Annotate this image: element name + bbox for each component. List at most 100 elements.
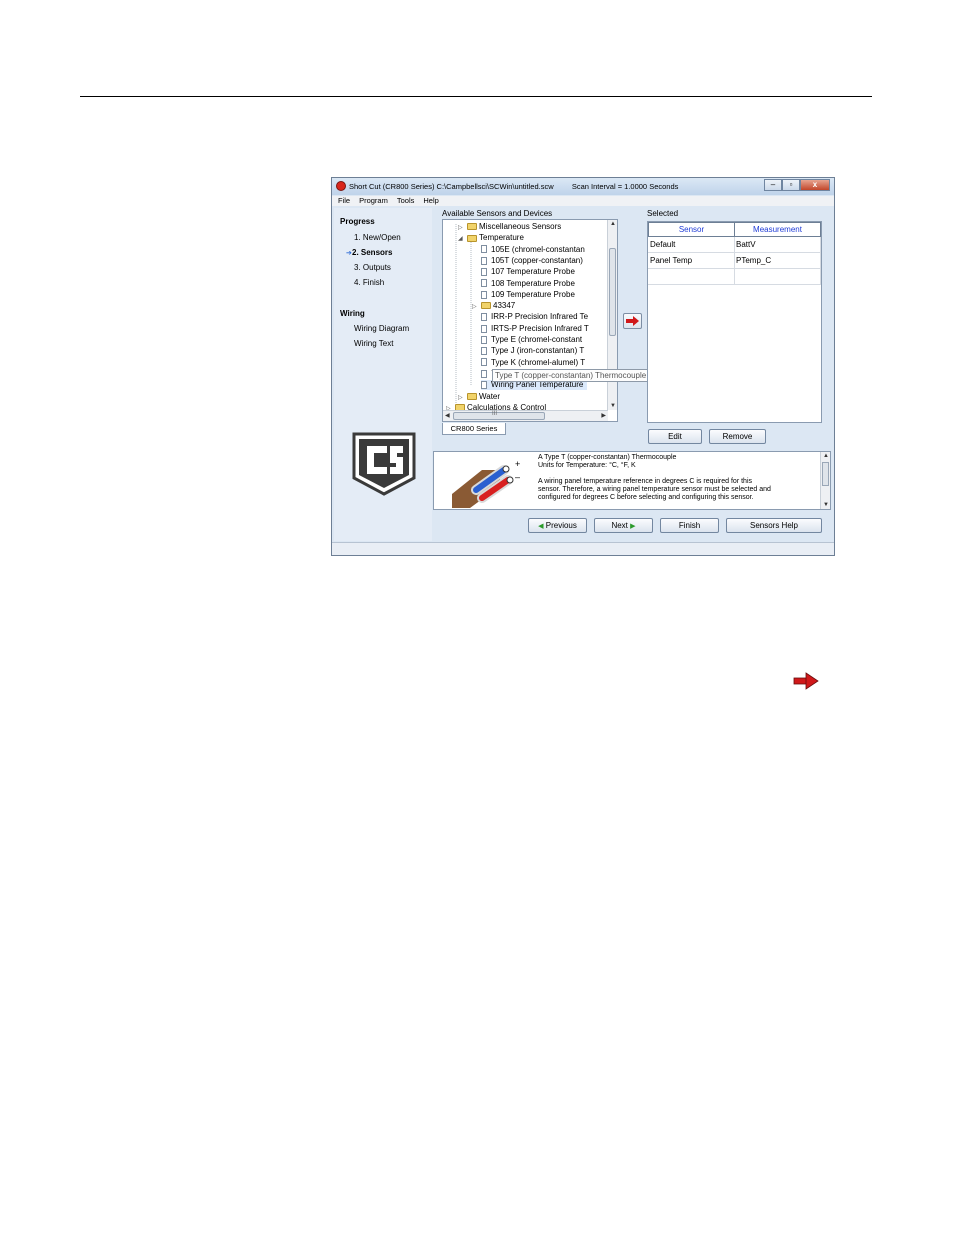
selected-label: Selected xyxy=(647,209,679,218)
sensor-description-pane: + – A Type T (copper-constantan) Thermoc… xyxy=(433,451,831,510)
maximize-button[interactable]: ▫ xyxy=(782,179,800,191)
desc-scroll-down-icon[interactable]: ▼ xyxy=(823,502,829,508)
wiring-heading: Wiring xyxy=(340,309,365,318)
step-finish[interactable]: 4. Finish xyxy=(354,278,384,287)
row-3-measurement-empty[interactable] xyxy=(734,269,821,285)
sensor-description-text: A Type T (copper-constantan) Thermocoupl… xyxy=(538,454,818,502)
tree-node-label: 105T (copper-constantan) xyxy=(491,255,583,265)
sensors-help-button[interactable]: Sensors Help xyxy=(726,518,822,533)
finish-button[interactable]: Finish xyxy=(660,518,719,533)
title-bar[interactable]: Short Cut (CR800 Series) C:\Campbellsci\… xyxy=(332,178,834,195)
wiring-text-link[interactable]: Wiring Text xyxy=(354,339,393,348)
next-arrow-icon: ▶ xyxy=(630,523,636,530)
tree-node[interactable]: 105E (chromel-constantan xyxy=(481,245,585,255)
tree-node[interactable]: IRR-P Precision Infrared Te xyxy=(481,312,588,322)
tree-node[interactable]: ▷ 43347 xyxy=(472,301,516,311)
tree-horizontal-scrollbar[interactable]: ◀ III ▶ xyxy=(443,410,608,421)
document-icon xyxy=(481,279,487,288)
tree-node-label: 108 Temperature Probe xyxy=(491,278,575,288)
document-icon xyxy=(481,369,487,378)
document-icon xyxy=(481,290,487,299)
step-outputs[interactable]: 3. Outputs xyxy=(354,263,391,272)
thermocouple-icon xyxy=(452,465,514,508)
desc-line-1: A Type T (copper-constantan) Thermocoupl… xyxy=(538,454,677,461)
desc-scroll-thumb[interactable] xyxy=(822,462,829,486)
tree-node[interactable]: ◢ Temperature xyxy=(458,233,524,243)
document-icon xyxy=(481,256,487,265)
tree-node-label: Type E (chromel-constant xyxy=(491,335,583,344)
previous-button[interactable]: ◀ Previous xyxy=(528,518,587,533)
previous-button-label: Previous xyxy=(545,521,577,530)
scroll-down-icon[interactable]: ▼ xyxy=(610,403,616,409)
add-sensor-button[interactable] xyxy=(623,313,642,329)
tree-node-label: 107 Temperature Probe xyxy=(491,267,575,277)
tree-node[interactable]: Type E (chromel-constant xyxy=(481,335,582,345)
document-icon xyxy=(481,358,487,367)
document-icon xyxy=(481,381,487,390)
wiring-diagram-link[interactable]: Wiring Diagram xyxy=(354,324,409,333)
tree-node-label: IRR-P Precision Infrared Te xyxy=(491,312,589,322)
document-icon xyxy=(481,245,487,254)
tree-node[interactable]: 107 Temperature Probe xyxy=(481,267,575,277)
tree-node-label: Type J (iron-constantan) T xyxy=(491,346,585,356)
tree-node-label: 43347 xyxy=(493,301,516,311)
menu-file[interactable]: File xyxy=(338,196,350,206)
column-header-measurement[interactable]: Measurement xyxy=(734,222,821,237)
tree-node-label: 105E (chromel-constantan xyxy=(491,244,585,254)
description-scrollbar[interactable]: ▲ ▼ xyxy=(820,452,830,509)
menu-program[interactable]: Program xyxy=(359,196,388,206)
tree-node[interactable]: IRTS-P Precision Infrared T xyxy=(481,324,589,334)
tree-scroll-thumb[interactable] xyxy=(609,248,616,336)
expanded-triangle-icon[interactable]: ◢ xyxy=(458,234,463,244)
status-bar xyxy=(332,542,834,555)
tree-node-label: Miscellaneous Sensors xyxy=(479,222,562,231)
previous-arrow-icon: ◀ xyxy=(538,523,544,530)
tree-node[interactable]: 105T (copper-constantan) xyxy=(481,256,583,266)
remove-button[interactable]: Remove xyxy=(709,429,766,444)
tree-hscroll-thumb[interactable]: III xyxy=(453,411,545,420)
collapsed-triangle-icon[interactable]: ▷ xyxy=(458,223,463,233)
minimize-button[interactable]: – xyxy=(764,179,782,191)
row-2-measurement[interactable]: PTemp_C xyxy=(734,253,821,269)
document-icon xyxy=(481,335,487,344)
current-step-arrow-icon: ➔ xyxy=(346,250,352,257)
row-3-sensor-empty[interactable] xyxy=(648,269,735,285)
tree-node-label: Water xyxy=(479,391,501,401)
scroll-left-icon[interactable]: ◀ xyxy=(445,412,450,419)
negative-terminal-label: – xyxy=(515,472,521,482)
row-1-sensor[interactable]: Default xyxy=(648,237,735,253)
row-1-measurement[interactable]: BattV xyxy=(734,237,821,253)
menu-tools[interactable]: Tools xyxy=(397,196,415,206)
folder-icon xyxy=(467,223,477,231)
scroll-up-icon[interactable]: ▲ xyxy=(610,221,616,227)
scroll-right-icon[interactable]: ▶ xyxy=(601,412,606,419)
column-header-sensor[interactable]: Sensor xyxy=(648,222,735,237)
window-title-path: Short Cut (CR800 Series) C:\Campbellsci\… xyxy=(349,182,554,191)
tree-node[interactable]: ▷ Water xyxy=(458,391,501,402)
window-title: Short Cut (CR800 Series) C:\Campbellsci\… xyxy=(349,182,678,191)
edit-button[interactable]: Edit xyxy=(648,429,702,444)
progress-heading: Progress xyxy=(340,217,375,226)
desc-scroll-up-icon[interactable]: ▲ xyxy=(823,453,829,459)
close-button[interactable]: x xyxy=(800,179,830,191)
step-sensors[interactable]: 2. Sensors xyxy=(352,248,392,257)
tree-node-label: Type K (chromel-alumel) T xyxy=(491,357,586,367)
selected-sensors-table[interactable]: Sensor Measurement Default BattV Panel T… xyxy=(647,221,822,423)
sensor-tree[interactable]: ▷ Miscellaneous Sensors ◢ Temperature 105E (… xyxy=(442,219,618,422)
step-new-open[interactable]: 1. New/Open xyxy=(354,233,401,242)
collapsed-triangle-icon[interactable]: ▷ xyxy=(472,302,477,312)
tree-node[interactable]: ▷ Miscellaneous Sensors xyxy=(458,222,562,232)
tab-cr800-series[interactable]: CR800 Series xyxy=(442,423,506,435)
page-header-rule xyxy=(80,96,872,97)
desc-line-5: sensor. Therefore, a wiring panel temper… xyxy=(538,486,771,493)
available-sensors-label: Available Sensors and Devices xyxy=(442,209,553,218)
tree-node[interactable]: 108 Temperature Probe xyxy=(481,279,575,289)
tree-node[interactable]: 109 Temperature Probe xyxy=(481,290,575,300)
tree-node-label: 109 Temperature Probe xyxy=(491,289,575,299)
tree-node[interactable]: Type J (iron-constantan) T xyxy=(481,346,584,356)
tree-node[interactable]: Type K (chromel-alumel) T xyxy=(481,358,585,368)
menu-help[interactable]: Help xyxy=(423,196,438,206)
next-button[interactable]: Next ▶ xyxy=(594,518,653,533)
row-2-sensor[interactable]: Panel Temp xyxy=(648,253,735,269)
collapsed-triangle-icon[interactable]: ▷ xyxy=(458,393,463,403)
